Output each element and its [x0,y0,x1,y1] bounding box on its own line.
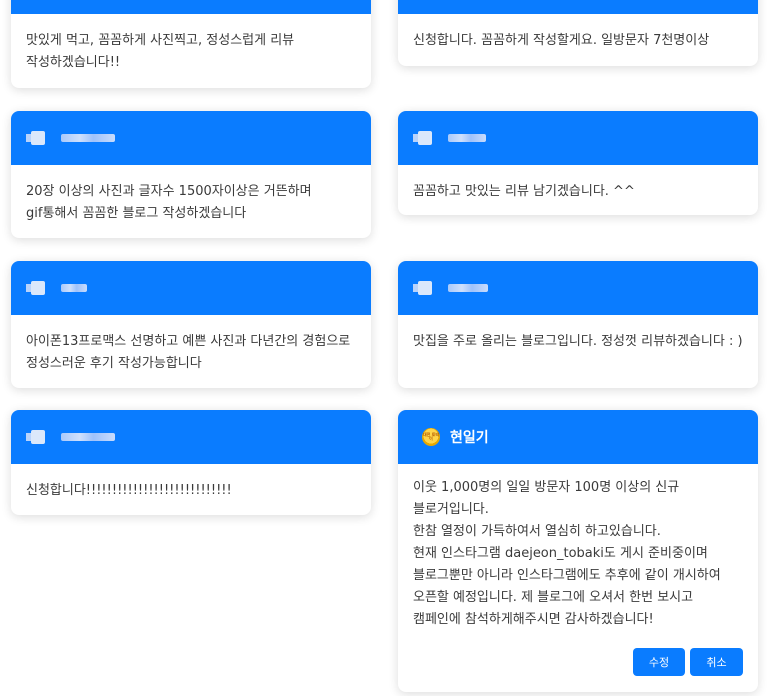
comment-header [11,410,371,464]
comment-card: 아이폰13프로맥스 선명하고 예쁜 사진과 다년간의 경험으로 정성스러운 후기… [11,261,371,388]
blurred-avatar-icon [26,281,45,295]
comment-text: 이웃 1,000명의 일일 방문자 100명 이상의 신규 블로거입니다. 한참… [413,480,721,627]
comment-header: 대전 토박이 현일기 [398,410,758,464]
blurred-author-name [448,134,486,142]
blurred-avatar-icon [26,131,45,145]
comment-text: 꼼꼼하고 맛있는 리뷰 남기겠습니다. ^^ [413,184,635,199]
comment-header [11,111,371,165]
edit-button[interactable]: 수정 [633,648,685,676]
my-comment-card: 대전 토박이 현일기 이웃 1,000명의 일일 방문자 100명 이상의 신규… [398,410,758,692]
blurred-author-name [61,433,115,441]
comment-header [398,261,758,315]
comment-text: 맛있게 먹고, 꼼꼼하게 사진찍고, 정성스럽게 리뷰 작성하겠습니다!! [26,33,295,70]
comment-text: 맛집을 주로 올리는 블로그입니다. 정성껏 리뷰하겠습니다 : ) [413,334,743,349]
comment-card: 꼼꼼하고 맛있는 리뷰 남기겠습니다. ^^ [398,111,758,215]
comment-card: 신청합니다!!!!!!!!!!!!!!!!!!!!!!!!!!!! [11,410,371,515]
comment-header [398,0,758,14]
blurred-avatar-icon [413,281,432,295]
cancel-button[interactable]: 취소 [690,648,743,676]
blurred-author-name [61,284,87,292]
blurred-avatar-icon [26,430,45,444]
blurred-author-name [61,134,115,142]
comment-text: 신청합니다. 꼼꼼하게 작성할게요. 일방문자 7천명이상 [413,33,710,48]
comment-card: 20장 이상의 사진과 글자수 1500자이상은 거뜬하며 gif통해서 꼼꼼한… [11,111,371,238]
comment-text: 20장 이상의 사진과 글자수 1500자이상은 거뜬하며 gif통해서 꼼꼼한… [26,184,312,221]
comment-card: 맛있게 먹고, 꼼꼼하게 사진찍고, 정성스럽게 리뷰 작성하겠습니다!! [11,0,371,88]
comment-card: 맛집을 주로 올리는 블로그입니다. 정성껏 리뷰하겠습니다 : ) [398,261,758,388]
comment-header [398,111,758,165]
comment-header [11,0,371,14]
comment-text: 아이폰13프로맥스 선명하고 예쁜 사진과 다년간의 경험으로 정성스러운 후기… [26,334,351,371]
blurred-avatar-icon [413,131,432,145]
comment-card: 신청합니다. 꼼꼼하게 작성할게요. 일방문자 7천명이상 [398,0,758,66]
blog-logo-avatar-icon: 대전 토박이 [422,428,440,446]
comment-header [11,261,371,315]
comment-text: 신청합니다!!!!!!!!!!!!!!!!!!!!!!!!!!!! [26,483,232,498]
author-name: 현일기 [450,430,489,446]
blurred-author-name [448,284,488,292]
